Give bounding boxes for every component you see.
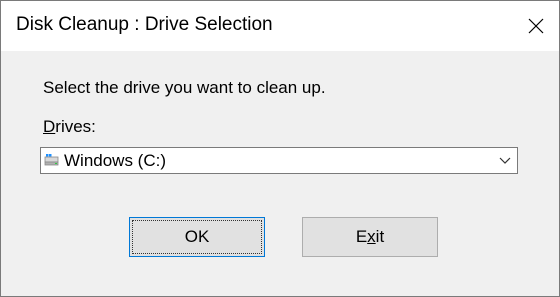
windows-drive-icon — [44, 154, 59, 166]
ok-button-label: OK — [184, 227, 210, 246]
drives-label-mnemonic: D — [43, 117, 56, 136]
dialog-body: Select the drive you want to clean up. D… — [1, 51, 559, 296]
exit-button[interactable]: Ex it — [302, 217, 438, 257]
drive-select[interactable]: Windows (C:) — [40, 147, 518, 174]
exit-label-post: it — [375, 227, 385, 246]
exit-label-pre: E — [355, 227, 368, 246]
ok-button[interactable]: OK — [129, 217, 265, 257]
close-button[interactable] — [513, 1, 559, 51]
instruction-text: Select the drive you want to clean up. — [43, 78, 326, 97]
disk-cleanup-dialog: Disk Cleanup : Drive Selection Select th… — [0, 0, 560, 297]
exit-label-mnemonic: x — [367, 227, 376, 246]
drives-label-rest: rives: — [55, 117, 96, 136]
drives-label: Drives: — [43, 117, 96, 137]
chevron-down-icon[interactable] — [499, 156, 511, 166]
title-bar: Disk Cleanup : Drive Selection — [1, 1, 559, 51]
close-icon — [528, 18, 544, 34]
selected-drive: Windows (C:) — [64, 151, 167, 170]
window-title: Disk Cleanup : Drive Selection — [16, 14, 273, 35]
